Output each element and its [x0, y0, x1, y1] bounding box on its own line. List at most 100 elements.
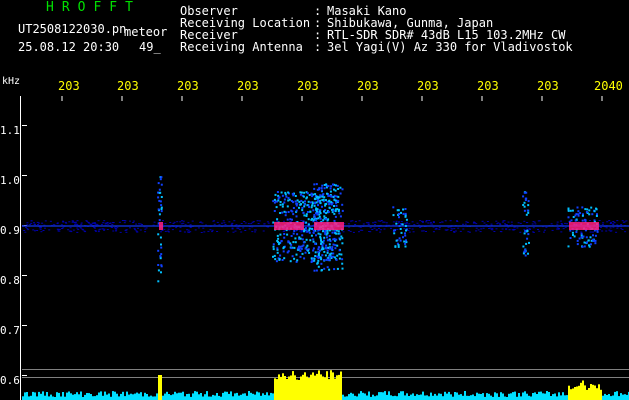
x-tick: 203: [177, 79, 199, 93]
noise-speck: [526, 227, 529, 229]
hist-bar: [138, 393, 140, 400]
echo-speck: [160, 243, 162, 246]
echo-speck: [317, 248, 320, 251]
echo-speck: [157, 182, 160, 185]
echo-speck: [322, 198, 325, 201]
noise-speck: [616, 227, 619, 229]
noise-speck: [519, 222, 522, 224]
hist-bar: [78, 394, 80, 400]
echo-speck: [580, 236, 583, 239]
echo-speck: [160, 265, 163, 268]
hist-bar: [464, 391, 466, 400]
hist-bar: [422, 391, 424, 400]
echo-speck: [404, 214, 407, 217]
noise-speck: [29, 224, 32, 226]
noise-speck: [207, 230, 210, 232]
hist-bar: [624, 394, 626, 400]
echo-speck: [317, 251, 320, 254]
noise-speck: [263, 223, 266, 225]
echo-speck: [335, 184, 337, 187]
noise-speck: [101, 228, 104, 230]
echo-speck: [157, 249, 160, 252]
echo-speck: [312, 247, 315, 250]
echo-speck: [319, 233, 322, 236]
noise-speck: [247, 223, 250, 225]
hist-bar: [602, 395, 604, 400]
hist-bar: [482, 393, 484, 400]
hist-bar: [314, 375, 316, 400]
noise-speck: [145, 227, 148, 229]
noise-speck: [517, 222, 520, 224]
x-tick: 203: [117, 79, 139, 93]
echo-speck: [341, 242, 344, 245]
noise-speck: [537, 229, 539, 230]
noise-speck: [373, 227, 376, 229]
echo-speck: [327, 259, 330, 262]
echo-speck: [300, 247, 303, 250]
hist-bar: [344, 396, 346, 400]
echo-speck: [327, 218, 330, 221]
echo-speck: [292, 232, 295, 235]
hist-bar: [558, 392, 560, 400]
hist-bar: [604, 393, 606, 400]
hist-bar: [202, 396, 204, 400]
echo-speck: [574, 214, 577, 217]
echo-speck: [323, 267, 326, 270]
hist-bar: [420, 394, 422, 400]
noise-speck: [537, 220, 540, 222]
noise-speck: [580, 231, 583, 233]
hist-bar: [290, 375, 292, 400]
noise-speck: [556, 223, 559, 225]
hist-bar: [46, 392, 48, 400]
echo-speck: [404, 242, 407, 245]
echo-speck: [281, 194, 284, 197]
noise-speck: [624, 231, 627, 233]
hist-bar: [416, 394, 418, 400]
hist-bar: [620, 393, 622, 400]
hist-bar: [468, 395, 470, 400]
echo-speck: [338, 249, 341, 252]
hist-bar: [616, 391, 618, 400]
echo-speck: [289, 242, 292, 245]
echo-speck: [302, 201, 305, 204]
noise-speck: [347, 223, 350, 225]
echo-speck: [295, 253, 298, 256]
echo-speck: [332, 255, 334, 258]
echo-speck: [524, 230, 527, 232]
hist-bar: [392, 396, 394, 400]
noise-speck: [457, 227, 460, 229]
hist-bar: [444, 391, 446, 400]
noise-speck: [531, 223, 534, 225]
echo-speck: [298, 245, 300, 248]
echo-speck: [576, 206, 579, 209]
hist-bar: [154, 396, 156, 400]
echo-speck: [586, 208, 589, 211]
echo-speck: [316, 210, 318, 213]
hist-bar: [284, 376, 286, 400]
noise-speck: [93, 227, 96, 229]
meteor-count: 49_: [139, 40, 161, 54]
noise-speck: [375, 229, 378, 231]
echo-speck: [276, 218, 279, 221]
noise-speck: [564, 222, 567, 224]
hist-bar: [372, 394, 374, 400]
echo-speck: [395, 222, 398, 225]
echo-speck: [327, 246, 330, 249]
noise-speck: [454, 230, 457, 232]
echo-speck: [283, 198, 286, 201]
hist-bar: [246, 395, 248, 400]
hist-bar: [486, 393, 488, 400]
noise-speck: [432, 221, 435, 223]
noise-speck: [228, 221, 231, 223]
echo-speck: [526, 209, 529, 212]
noise-speck: [188, 231, 191, 233]
echo-speck: [402, 208, 405, 211]
echo-speck: [319, 202, 322, 205]
noise-speck: [30, 220, 33, 222]
echo-speck: [307, 249, 310, 252]
echo-speck: [339, 238, 342, 241]
hist-bar: [404, 395, 406, 400]
echo-speck: [293, 230, 296, 232]
noise-speck: [33, 222, 35, 224]
hist-bar: [146, 394, 148, 400]
